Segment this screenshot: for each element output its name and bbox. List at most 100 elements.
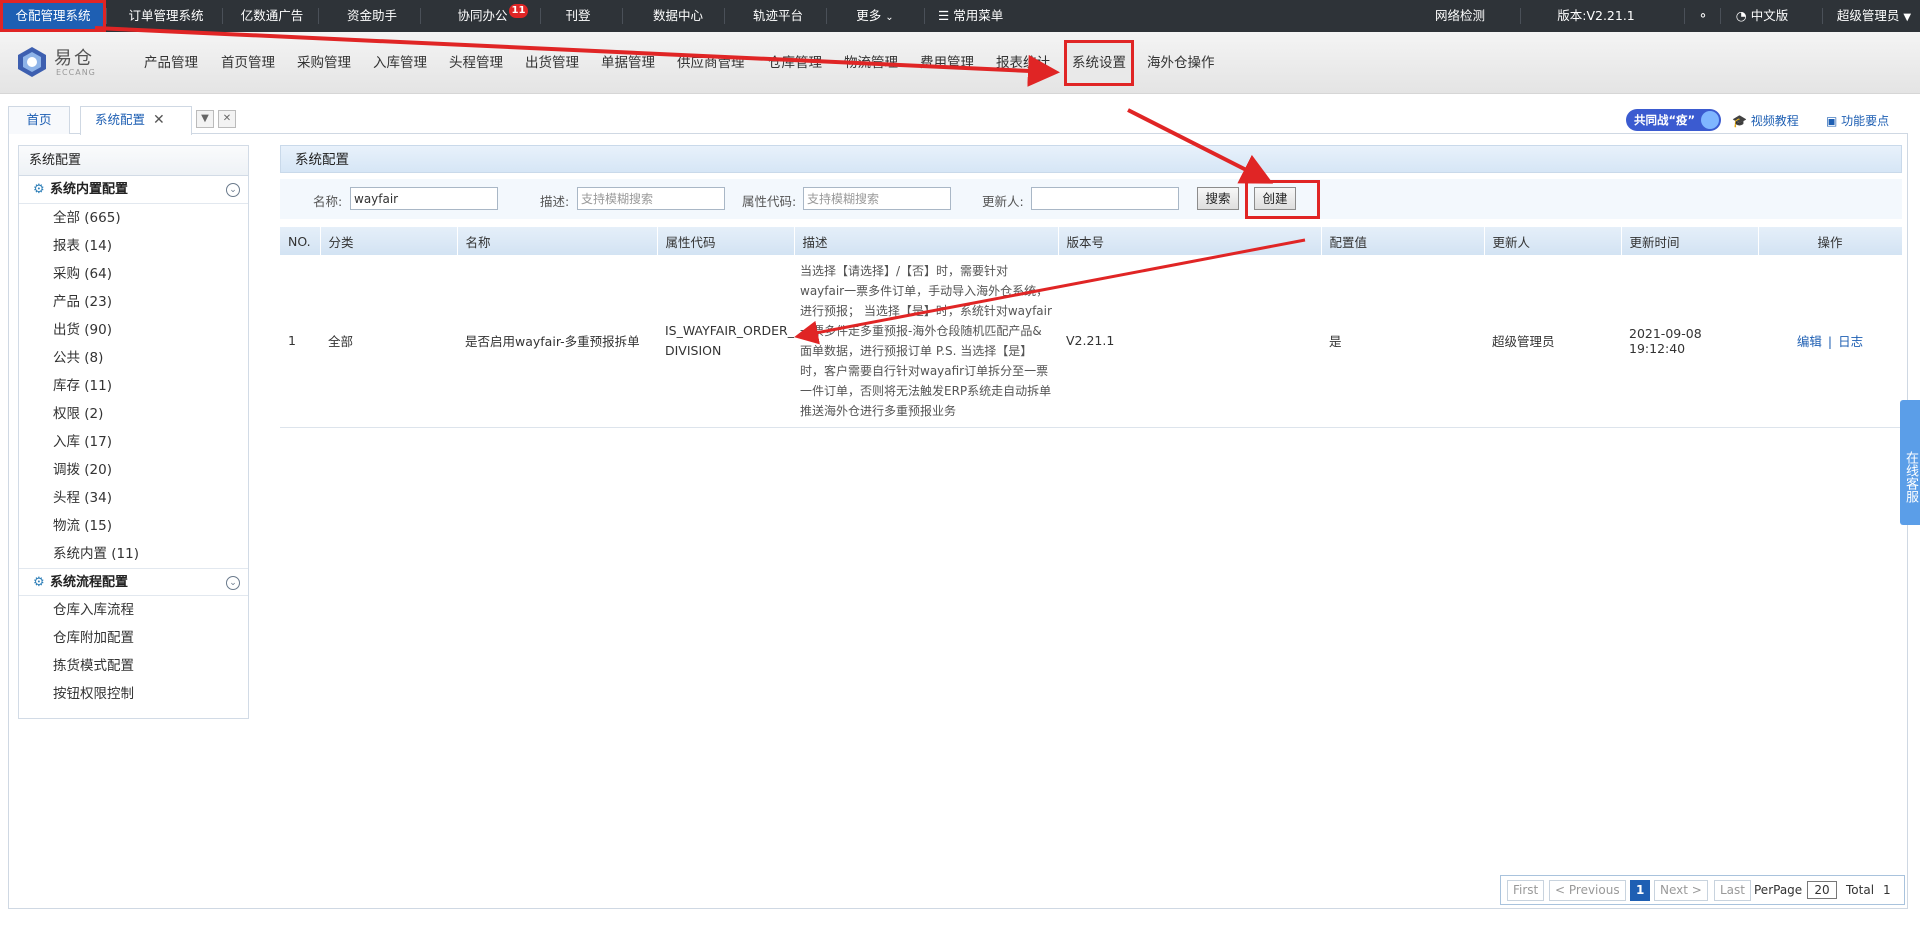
code-label: 属性代码: [742, 194, 797, 209]
tab-system-config[interactable]: 系统配置 ✕ [80, 106, 192, 135]
chevron-down-icon[interactable]: ⌄ [226, 183, 240, 197]
logo: 易仓 ECCANG [16, 44, 106, 84]
sidebar-item-warehouse-extra[interactable]: 仓库附加配置 [19, 624, 248, 652]
cell-name: 是否启用wayfair-多重预报拆单 [457, 255, 657, 428]
tabs-row: 首页 系统配置 ✕ ▼ ✕ [8, 106, 1908, 135]
filter-bar: 名称: 描述: 属性代码: 更新人: 搜索 创建 [280, 179, 1902, 219]
prev-page-button[interactable]: < Previous [1549, 880, 1626, 901]
desc-label: 描述: [540, 194, 570, 209]
sidebar-item-picking-mode[interactable]: 拣货模式配置 [19, 652, 248, 680]
last-page-button[interactable]: Last [1714, 880, 1751, 901]
network-check[interactable]: 网络检测 [1430, 0, 1490, 32]
divider [540, 8, 541, 24]
close-all-tabs-icon[interactable]: ✕ [218, 110, 236, 128]
nav-system-settings[interactable]: 系统设置 [1064, 40, 1134, 86]
desc-input[interactable] [577, 187, 725, 210]
topbar-collab-office[interactable]: 协同办公 11 [448, 0, 538, 32]
topbar-data-center[interactable]: 数据中心 [648, 0, 708, 32]
sidebar-item-first-leg[interactable]: 头程 (34) [19, 484, 248, 512]
nav-logistics[interactable]: 物流管理 [844, 32, 898, 94]
logo-text: 易仓 [54, 48, 94, 69]
language-select[interactable]: ◔ 中文版 ▼ [1730, 0, 1794, 55]
sidebar-item-system-builtin[interactable]: 系统内置 (11) [19, 540, 248, 568]
sidebar-group-flow[interactable]: ⚙ 系统流程配置 ⌄ [19, 568, 248, 596]
nav-reports[interactable]: 报表统计 [996, 32, 1050, 94]
total-label: Total [1846, 883, 1875, 897]
video-tutorial-label: 视频教程 [1750, 114, 1799, 128]
nav-warehouse[interactable]: 仓库管理 [768, 32, 822, 94]
divider [1520, 8, 1521, 24]
page-1-button[interactable]: 1 [1630, 880, 1651, 901]
sidebar-item-purchase[interactable]: 采购 (64) [19, 260, 248, 288]
panel-title: 系统配置 [280, 145, 1902, 173]
key-points-link[interactable]: ▣ 功能要点 [1826, 110, 1889, 132]
sidebar-item-logistics[interactable]: 物流 (15) [19, 512, 248, 540]
topbar-more[interactable]: 更多 ⌄ [850, 0, 900, 32]
first-page-button[interactable]: First [1507, 880, 1545, 901]
sidebar-item-button-permission[interactable]: 按钮权限控制 [19, 680, 248, 708]
user-menu[interactable]: 超级管理员 ▼ [1832, 0, 1916, 32]
sidebar-item-reports[interactable]: 报表 (14) [19, 232, 248, 260]
topbar-order-system[interactable]: 订单管理系统 [114, 0, 218, 32]
tab-dropdown-icon[interactable]: ▼ [196, 110, 214, 128]
fight-epidemic-banner[interactable]: 共同战“疫” [1626, 109, 1722, 131]
divider [420, 8, 421, 24]
sidebar-item-inbound-flow[interactable]: 仓库入库流程 [19, 596, 248, 624]
video-tutorial-link[interactable]: 🎓 视频教程 [1732, 110, 1799, 132]
online-service-button[interactable]: 在线客服 [1900, 400, 1920, 525]
nav-documents[interactable]: 单据管理 [601, 32, 655, 94]
updater-label: 更新人: [982, 194, 1024, 209]
divider [622, 8, 623, 24]
topbar-listing[interactable]: 刊登 [560, 0, 596, 32]
perpage-input[interactable]: 20 [1807, 881, 1837, 899]
sidebar-item-permission[interactable]: 权限 (2) [19, 400, 248, 428]
tab-home[interactable]: 首页 [8, 106, 70, 134]
topbar-fund-assistant[interactable]: 资金助手 [330, 0, 414, 32]
sidebar-item-inventory[interactable]: 库存 (11) [19, 372, 248, 400]
nav-home-manage[interactable]: 首页管理 [221, 32, 275, 94]
topbar-common-menu[interactable]: ☰ 常用菜单 [938, 0, 1010, 32]
nav-fees[interactable]: 费用管理 [920, 32, 974, 94]
name-label: 名称: [313, 194, 343, 209]
col-actions: 操作 [1758, 227, 1903, 255]
headset-icon[interactable]: ⚬ [1692, 0, 1714, 32]
nav-purchase[interactable]: 采购管理 [297, 32, 351, 94]
updater-input[interactable] [1031, 187, 1179, 210]
col-time: 更新时间 [1621, 227, 1759, 255]
nav-supplier[interactable]: 供应商管理 [677, 32, 745, 94]
caret-down-icon: ▼ [1903, 12, 1912, 23]
col-desc: 描述 [794, 227, 1059, 255]
name-input[interactable] [350, 187, 498, 210]
divider [222, 8, 223, 24]
key-points-label: 功能要点 [1841, 114, 1890, 128]
nav-overseas-ops[interactable]: 海外仓操作 [1147, 32, 1215, 94]
nav-shipment[interactable]: 出货管理 [525, 32, 579, 94]
table-row: 1 全部 是否启用wayfair-多重预报拆单 IS_WAYFAIR_ORDER… [280, 255, 1902, 428]
sidebar-item-public[interactable]: 公共 (8) [19, 344, 248, 372]
nav-product[interactable]: 产品管理 [144, 32, 198, 94]
sidebar-item-inbound[interactable]: 入库 (17) [19, 428, 248, 456]
sidebar-item-shipment[interactable]: 出货 (90) [19, 316, 248, 344]
close-icon[interactable]: ✕ [153, 112, 165, 128]
globe-icon: ◔ [1735, 8, 1747, 23]
graduation-cap-icon: 🎓 [1732, 114, 1747, 128]
divider [724, 8, 725, 24]
code-input[interactable] [803, 187, 951, 210]
sidebar-item-product[interactable]: 产品 (23) [19, 288, 248, 316]
divider [318, 8, 319, 24]
pagination: First < Previous 1 Next > Last PerPage 2… [1500, 875, 1905, 905]
edit-link[interactable]: 编辑 [1797, 334, 1822, 349]
log-link[interactable]: 日志 [1838, 334, 1863, 349]
search-button[interactable]: 搜索 [1197, 187, 1239, 210]
topbar-warehouse-system[interactable]: 仓配管理系统 [0, 0, 106, 32]
sidebar-item-transfer[interactable]: 调拨 (20) [19, 456, 248, 484]
chevron-down-icon[interactable]: ⌄ [226, 576, 240, 590]
language-label: 中文版 [1750, 8, 1789, 23]
sidebar-item-all[interactable]: 全部 (665) [19, 204, 248, 232]
nav-first-leg[interactable]: 头程管理 [449, 32, 503, 94]
nav-inbound[interactable]: 入库管理 [373, 32, 427, 94]
sidebar-group-builtin[interactable]: ⚙ 系统内置配置 ⌄ [19, 176, 248, 204]
next-page-button[interactable]: Next > [1654, 880, 1708, 901]
topbar-ads[interactable]: 亿数通广告 [230, 0, 314, 32]
topbar-track-platform[interactable]: 轨迹平台 [748, 0, 808, 32]
